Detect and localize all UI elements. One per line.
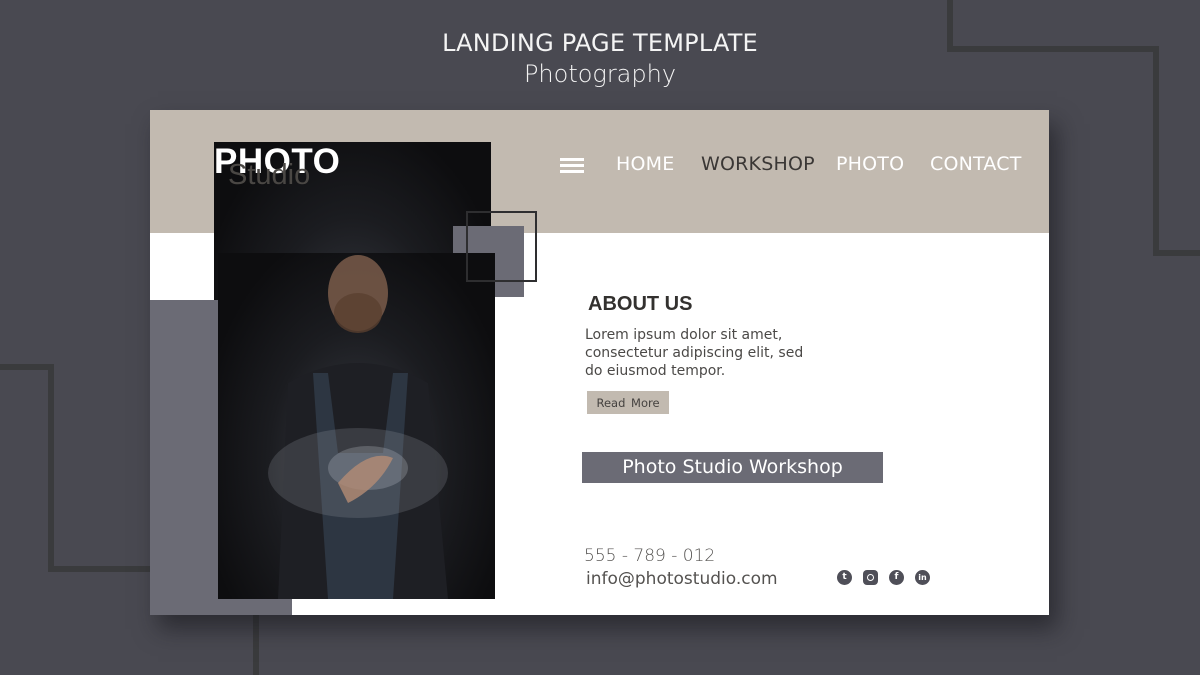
- page-heading-subtitle: Photography: [523, 60, 677, 88]
- landing-page-card: PHOTO Studio HOME WORKSHOP PHOTO CONTACT…: [150, 110, 1049, 615]
- bg-line: [48, 566, 158, 572]
- logo-sub-text: Studio: [228, 159, 311, 191]
- bg-line: [0, 364, 54, 370]
- bg-line: [1153, 250, 1200, 256]
- instagram-icon[interactable]: [863, 570, 878, 585]
- workshop-banner[interactable]: Photo Studio Workshop: [582, 452, 883, 483]
- bg-line: [253, 612, 259, 675]
- site-header: PHOTO Studio HOME WORKSHOP PHOTO CONTACT: [150, 110, 1049, 488]
- page-heading: LANDING PAGE TEMPLATE Photography: [0, 28, 1200, 90]
- nav-contact[interactable]: CONTACT: [930, 153, 1022, 175]
- page-heading-title: LANDING PAGE TEMPLATE: [442, 29, 758, 57]
- hamburger-menu-icon[interactable]: [560, 158, 584, 174]
- decorative-square-outline: [466, 211, 537, 282]
- about-title: ABOUT US: [588, 293, 693, 315]
- contact-phone: 555 - 789 - 012: [584, 546, 716, 566]
- contact-email[interactable]: info@photostudio.com: [586, 569, 778, 589]
- linkedin-icon[interactable]: in: [915, 570, 930, 585]
- hero-photo-illustration: [268, 255, 448, 599]
- hero-photo: [218, 253, 495, 599]
- nav-photo[interactable]: PHOTO: [836, 153, 904, 175]
- about-text: Lorem ipsum dolor sit amet, consectetur …: [585, 327, 804, 379]
- twitter-icon[interactable]: t: [837, 570, 852, 585]
- nav-home[interactable]: HOME: [616, 153, 674, 175]
- read-more-button[interactable]: Read More: [587, 391, 669, 414]
- facebook-icon[interactable]: f: [889, 570, 904, 585]
- bg-line: [48, 364, 54, 572]
- nav-workshop[interactable]: WORKSHOP: [701, 153, 815, 175]
- social-links: t f in: [837, 570, 930, 585]
